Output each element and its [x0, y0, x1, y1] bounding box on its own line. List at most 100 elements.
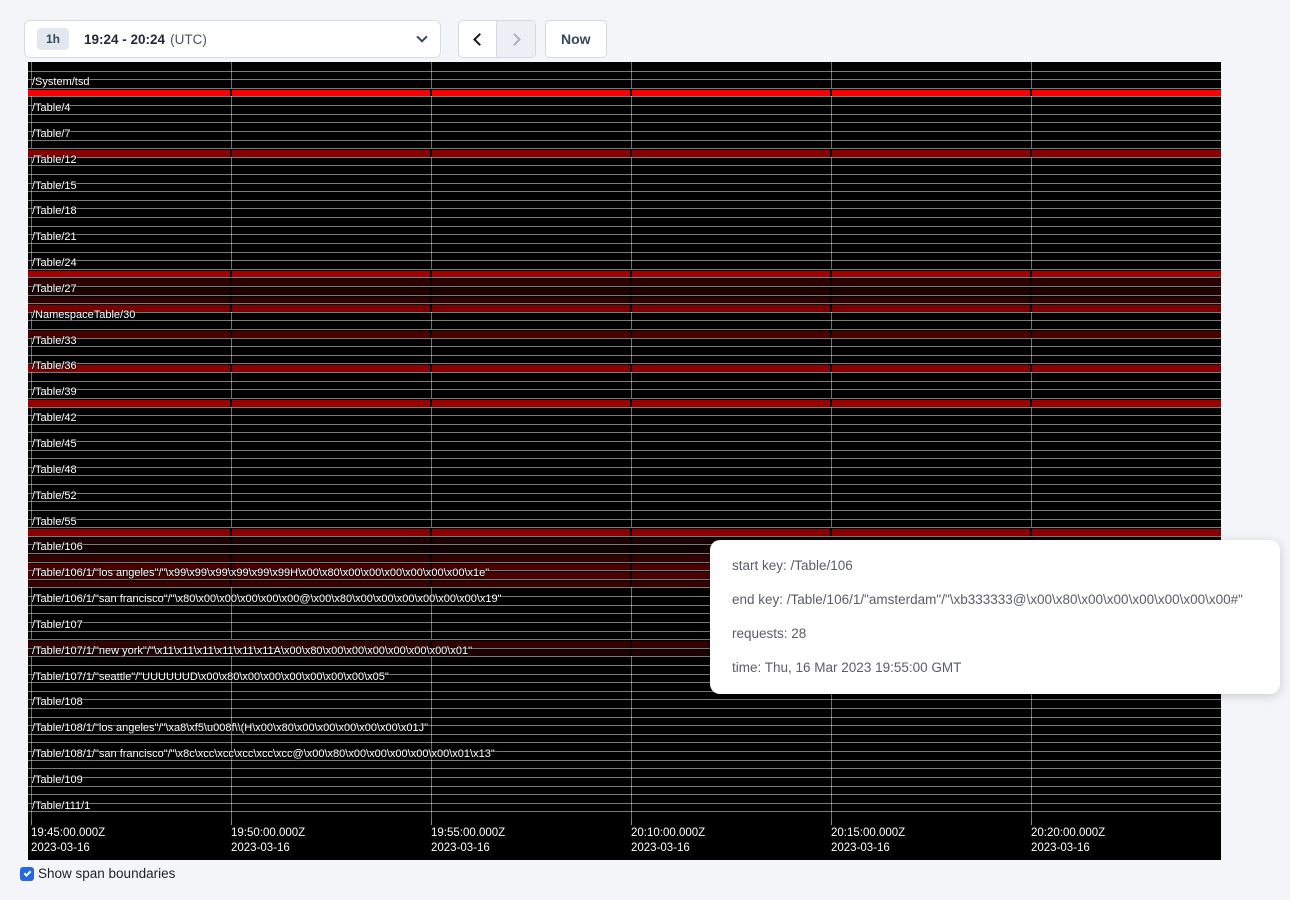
- heatmap-cell[interactable]: [28, 555, 230, 562]
- heatmap-cell[interactable]: [232, 331, 430, 338]
- heatmap-row[interactable]: [28, 269, 1221, 278]
- heatmap-rows[interactable]: /System/tsd/Table/4/Table/7/Table/12/Tab…: [28, 62, 1221, 820]
- heatmap-cell[interactable]: [432, 529, 630, 536]
- heatmap-cell[interactable]: [28, 400, 230, 407]
- heatmap-cell[interactable]: [632, 150, 830, 157]
- heatmap-row[interactable]: [28, 519, 1221, 528]
- heatmap-row[interactable]: [28, 303, 1221, 312]
- heatmap-row[interactable]: [28, 191, 1221, 200]
- heatmap-cell[interactable]: [232, 529, 430, 536]
- heatmap-row[interactable]: [28, 484, 1221, 493]
- heatmap-row[interactable]: [28, 346, 1221, 355]
- heatmap-cell[interactable]: [432, 555, 630, 562]
- heatmap-cell[interactable]: [432, 297, 630, 304]
- heatmap-cell[interactable]: [832, 90, 1030, 97]
- heatmap-cell[interactable]: [432, 400, 630, 407]
- heatmap-cell[interactable]: [632, 288, 830, 295]
- heatmap-cell[interactable]: [1032, 271, 1221, 278]
- heatmap-cell[interactable]: [1032, 331, 1221, 338]
- heatmap-cell[interactable]: [832, 288, 1030, 295]
- heatmap-cell[interactable]: [232, 538, 430, 545]
- heatmap-row[interactable]: [28, 777, 1221, 786]
- heatmap-cell[interactable]: [632, 305, 830, 312]
- heatmap-cell[interactable]: [232, 90, 430, 97]
- heatmap-cell[interactable]: [1032, 288, 1221, 295]
- heatmap-cell[interactable]: [832, 400, 1030, 407]
- heatmap-row[interactable]: [28, 200, 1221, 209]
- heatmap-row[interactable]: [28, 355, 1221, 364]
- heatmap-row[interactable]: [28, 105, 1221, 114]
- heatmap-cell[interactable]: [1032, 529, 1221, 536]
- heatmap-cell[interactable]: [432, 271, 630, 278]
- heatmap-row[interactable]: [28, 234, 1221, 243]
- heatmap-cell[interactable]: [28, 529, 230, 536]
- heatmap-row[interactable]: [28, 79, 1221, 88]
- heatmap-row[interactable]: [28, 277, 1221, 286]
- heatmap-cell[interactable]: [232, 305, 430, 312]
- heatmap-cell[interactable]: [1032, 365, 1221, 372]
- heatmap-cell[interactable]: [232, 400, 430, 407]
- heatmap-row[interactable]: [28, 174, 1221, 183]
- heatmap-row[interactable]: [28, 114, 1221, 123]
- heatmap-row[interactable]: [28, 450, 1221, 459]
- heatmap-row[interactable]: [28, 786, 1221, 795]
- heatmap-cell[interactable]: [232, 271, 430, 278]
- heatmap-cell[interactable]: [232, 297, 430, 304]
- heatmap-row[interactable]: [28, 62, 1221, 71]
- heatmap-row[interactable]: [28, 208, 1221, 217]
- heatmap-row[interactable]: [28, 458, 1221, 467]
- heatmap-row[interactable]: [28, 183, 1221, 192]
- heatmap-cell[interactable]: [232, 150, 430, 157]
- heatmap-cell[interactable]: [832, 150, 1030, 157]
- heatmap-row[interactable]: [28, 140, 1221, 149]
- heatmap-row[interactable]: [28, 312, 1221, 321]
- heatmap-cell[interactable]: [632, 90, 830, 97]
- heatmap-cell[interactable]: [832, 529, 1030, 536]
- heatmap-row[interactable]: [28, 475, 1221, 484]
- heatmap-row[interactable]: [28, 467, 1221, 476]
- heatmap-row[interactable]: [28, 131, 1221, 140]
- heatmap-cell[interactable]: [28, 581, 230, 588]
- heatmap-row[interactable]: [28, 217, 1221, 226]
- heatmap-row[interactable]: [28, 286, 1221, 295]
- heatmap-row[interactable]: [28, 398, 1221, 407]
- heatmap-cell[interactable]: [432, 90, 630, 97]
- heatmap-row[interactable]: [28, 157, 1221, 166]
- heatmap-row[interactable]: [28, 96, 1221, 105]
- heatmap-cell[interactable]: [632, 279, 830, 286]
- heatmap-row[interactable]: [28, 71, 1221, 80]
- heatmap-cell[interactable]: [432, 546, 630, 553]
- heatmap-cell[interactable]: [232, 555, 430, 562]
- heatmap-row[interactable]: [28, 329, 1221, 338]
- heatmap-cell[interactable]: [28, 297, 230, 304]
- heatmap-row[interactable]: [28, 699, 1221, 708]
- heatmap-cell[interactable]: [632, 271, 830, 278]
- heatmap-row[interactable]: [28, 432, 1221, 441]
- heatmap-cell[interactable]: [632, 529, 830, 536]
- heatmap-row[interactable]: [28, 122, 1221, 131]
- heatmap-cell[interactable]: [632, 365, 830, 372]
- heatmap-cell[interactable]: [232, 279, 430, 286]
- time-range-select[interactable]: 1h 19:24 - 20:24 (UTC): [24, 20, 441, 58]
- heatmap-cell[interactable]: [232, 288, 430, 295]
- heatmap-cell[interactable]: [432, 538, 630, 545]
- heatmap-row[interactable]: [28, 510, 1221, 519]
- heatmap-row[interactable]: [28, 148, 1221, 157]
- heatmap-row[interactable]: [28, 243, 1221, 252]
- heatmap-cell[interactable]: [232, 546, 430, 553]
- heatmap-cell[interactable]: [432, 581, 630, 588]
- heatmap-row[interactable]: [28, 501, 1221, 510]
- heatmap-row[interactable]: [28, 708, 1221, 717]
- heatmap-cell[interactable]: [432, 305, 630, 312]
- heatmap-cell[interactable]: [832, 271, 1030, 278]
- heatmap-cell[interactable]: [432, 331, 630, 338]
- heatmap-row[interactable]: [28, 768, 1221, 777]
- heatmap-row[interactable]: [28, 527, 1221, 536]
- heatmap-row[interactable]: [28, 295, 1221, 304]
- heatmap-row[interactable]: [28, 415, 1221, 424]
- heatmap-cell[interactable]: [1032, 150, 1221, 157]
- heatmap-row[interactable]: [28, 226, 1221, 235]
- heatmap-cell[interactable]: [832, 365, 1030, 372]
- heatmap-row[interactable]: [28, 260, 1221, 269]
- heatmap-row[interactable]: [28, 811, 1221, 820]
